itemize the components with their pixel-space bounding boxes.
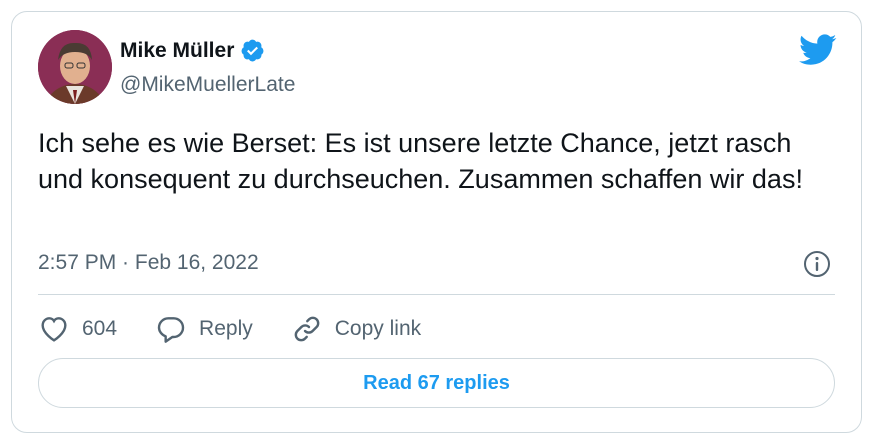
link-icon xyxy=(294,316,320,342)
divider xyxy=(38,294,835,295)
twitter-bird-icon[interactable] xyxy=(799,34,837,66)
reply-button[interactable]: Reply xyxy=(155,313,253,345)
avatar[interactable] xyxy=(38,30,112,104)
avatar-image xyxy=(38,30,112,104)
tweet-text: Ich sehe es wie Berset: Es ist unsere le… xyxy=(38,128,803,194)
tweet-card: Mike Müller @MikeMuellerLate Ich sehe es… xyxy=(11,11,862,433)
info-icon[interactable] xyxy=(802,249,832,279)
author-handle[interactable]: @MikeMuellerLate xyxy=(120,73,295,97)
action-bar: 604 Reply Copy link xyxy=(38,312,459,346)
copy-link-button[interactable]: Copy link xyxy=(291,313,421,345)
verified-badge-icon xyxy=(240,38,265,63)
like-count: 604 xyxy=(82,317,118,340)
read-replies-label: Read 67 replies xyxy=(363,371,510,394)
copy-link-label: Copy link xyxy=(334,317,422,340)
reply-label: Reply xyxy=(199,317,253,340)
reply-bubble-icon xyxy=(157,317,185,343)
author-name[interactable]: Mike Müller xyxy=(120,38,265,63)
like-button[interactable]: 604 xyxy=(38,313,117,345)
read-replies-button[interactable]: Read 67 replies xyxy=(38,358,835,408)
heart-icon xyxy=(41,317,67,342)
author-name-label: Mike Müller xyxy=(120,38,235,62)
tweet-timestamp[interactable]: 2:57 PM · Feb 16, 2022 xyxy=(38,251,259,275)
